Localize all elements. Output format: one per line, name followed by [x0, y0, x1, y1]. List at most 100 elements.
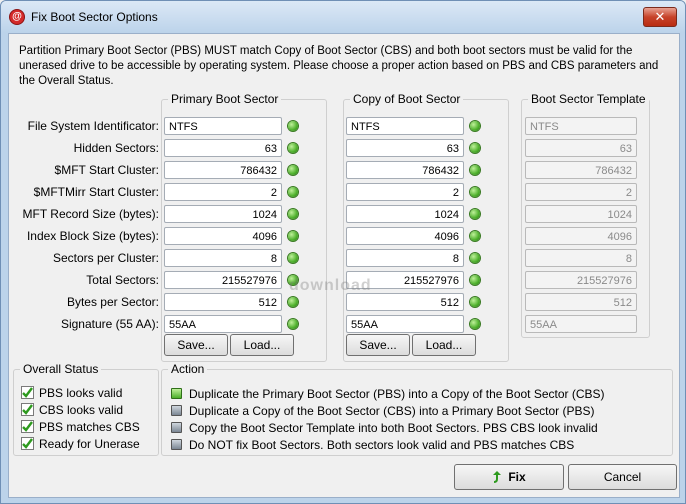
action-option[interactable]: Copy the Boot Sector Template into both … [171, 421, 661, 435]
action-option-label: Do NOT fix Boot Sectors. Both sectors lo… [189, 438, 575, 452]
status-led-icon [470, 121, 480, 131]
copy-group-label: Copy of Boot Sector [353, 92, 461, 106]
primary-group-label: Primary Boot Sector [171, 92, 279, 106]
checkmark-icon [21, 420, 34, 433]
template-field: NTFS [525, 117, 637, 135]
status-led-icon [470, 275, 480, 285]
status-led-icon [470, 209, 480, 219]
cbs-field[interactable]: 1024 [346, 205, 464, 223]
status-led-icon [288, 253, 298, 263]
cbs-field[interactable]: 4096 [346, 227, 464, 245]
row-label: Total Sectors: [86, 273, 159, 287]
action-option[interactable]: Duplicate the Primary Boot Sector (PBS) … [171, 387, 661, 401]
status-led-icon [288, 209, 298, 219]
intro-text: Partition Primary Boot Sector (PBS) MUST… [19, 45, 659, 87]
status-led-icon [470, 143, 480, 153]
cbs-field[interactable]: 63 [346, 139, 464, 157]
status-led-icon [470, 319, 480, 329]
row-label: Bytes per Sector: [66, 295, 159, 309]
checkmark-icon [21, 437, 34, 450]
status-item: Ready for Unerase [21, 437, 156, 451]
pbs-field[interactable]: 8 [164, 249, 282, 267]
title-bar: @ Fix Boot Sector Options ✕ [1, 1, 685, 33]
template-field: 786432 [525, 161, 637, 179]
status-led-icon [470, 253, 480, 263]
option-indicator-icon[interactable] [171, 405, 182, 416]
pbs-field[interactable]: 63 [164, 139, 282, 157]
status-item-label: PBS matches CBS [39, 420, 140, 434]
checkmark-icon [21, 403, 34, 416]
status-item-label: Ready for Unerase [39, 437, 140, 451]
status-led-icon [470, 165, 480, 175]
cbs-field[interactable]: 2 [346, 183, 464, 201]
fix-arrow-icon [493, 471, 502, 483]
row-label: Hidden Sectors: [73, 141, 159, 155]
app-logo-icon: @ [10, 10, 24, 24]
status-led-icon [288, 121, 298, 131]
status-led-icon [288, 319, 298, 329]
row-label: Index Block Size (bytes): [26, 229, 159, 243]
close-button[interactable]: ✕ [643, 7, 677, 27]
template-field: 4096 [525, 227, 637, 245]
cbs-field[interactable]: 55AA [346, 315, 464, 333]
download-watermark: download [289, 277, 372, 294]
status-item-label: CBS looks valid [39, 403, 124, 417]
action-option-label: Duplicate the Primary Boot Sector (PBS) … [189, 387, 605, 401]
action-label: Action [171, 362, 205, 376]
option-indicator-icon[interactable] [171, 439, 182, 450]
status-led-icon [288, 297, 298, 307]
row-label: File System Identificator: [27, 119, 159, 133]
status-led-icon [288, 187, 298, 197]
status-item: CBS looks valid [21, 403, 156, 417]
pbs-field[interactable]: NTFS [164, 117, 282, 135]
cbs-field[interactable]: 8 [346, 249, 464, 267]
pbs-save-button[interactable]: Save... [164, 334, 228, 356]
cancel-button[interactable]: Cancel [568, 464, 677, 490]
status-led-icon [470, 297, 480, 307]
window-title: Fix Boot Sector Options [31, 10, 158, 24]
option-indicator-icon[interactable] [171, 422, 182, 433]
template-field: 63 [525, 139, 637, 157]
template-field: 1024 [525, 205, 637, 223]
status-led-icon [288, 231, 298, 241]
cbs-save-button[interactable]: Save... [346, 334, 410, 356]
status-item: PBS matches CBS [21, 420, 156, 434]
cbs-field[interactable]: NTFS [346, 117, 464, 135]
pbs-load-button[interactable]: Load... [230, 334, 294, 356]
status-led-icon [470, 187, 480, 197]
fix-button[interactable]: Fix [454, 464, 564, 490]
template-field: 215527976 [525, 271, 637, 289]
template-group-label: Boot Sector Template [531, 92, 646, 106]
template-field: 512 [525, 293, 637, 311]
pbs-field[interactable]: 512 [164, 293, 282, 311]
row-label: Signature (55 AA): [60, 317, 159, 331]
template-field: 55AA [525, 315, 637, 333]
pbs-field[interactable]: 2 [164, 183, 282, 201]
pbs-field[interactable]: 1024 [164, 205, 282, 223]
cbs-field[interactable]: 512 [346, 293, 464, 311]
action-option-label: Duplicate a Copy of the Boot Sector (CBS… [189, 404, 595, 418]
status-led-icon [288, 143, 298, 153]
cbs-load-button[interactable]: Load... [412, 334, 476, 356]
checkmark-icon [21, 386, 34, 399]
row-label: MFT Record Size (bytes): [22, 207, 159, 221]
row-label: $MFT Start Cluster: [54, 163, 159, 177]
pbs-field[interactable]: 215527976 [164, 271, 282, 289]
pbs-field[interactable]: 4096 [164, 227, 282, 245]
pbs-field[interactable]: 786432 [164, 161, 282, 179]
action-option-label: Copy the Boot Sector Template into both … [189, 421, 598, 435]
overall-status-label: Overall Status [23, 362, 99, 376]
row-label: Sectors per Cluster: [52, 251, 159, 265]
template-field: 8 [525, 249, 637, 267]
option-indicator-icon[interactable] [171, 388, 182, 399]
status-item-label: PBS looks valid [39, 386, 123, 400]
fix-button-label: Fix [508, 470, 526, 484]
row-label: $MFTMirr Start Cluster: [33, 185, 159, 199]
cbs-field[interactable]: 786432 [346, 161, 464, 179]
action-option[interactable]: Duplicate a Copy of the Boot Sector (CBS… [171, 404, 661, 418]
action-option[interactable]: Do NOT fix Boot Sectors. Both sectors lo… [171, 438, 661, 452]
pbs-field[interactable]: 55AA [164, 315, 282, 333]
dialog-body: Partition Primary Boot Sector (PBS) MUST… [8, 33, 680, 498]
template-field: 2 [525, 183, 637, 201]
status-led-icon [470, 231, 480, 241]
